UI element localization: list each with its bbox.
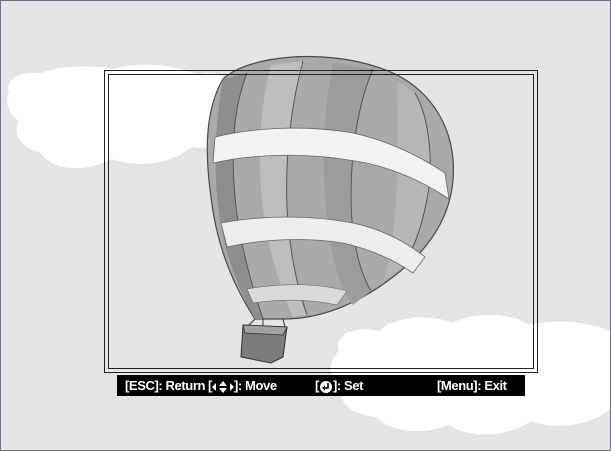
- exit-label: : Exit: [477, 378, 507, 393]
- return-hint[interactable]: [ESC]: Return: [125, 375, 205, 396]
- projector-screen: [ESC]: Return [ ]: Move [ ]: Set [Menu]:…: [0, 0, 611, 451]
- display-frame: [104, 70, 538, 373]
- move-hint[interactable]: [ ]: Move: [208, 375, 277, 396]
- set-hint[interactable]: [ ]: Set: [315, 375, 363, 396]
- four-way-arrow-icon: [211, 380, 234, 393]
- menu-key-label: [Menu]: [437, 378, 478, 393]
- esc-key-label: [ESC]: [125, 378, 159, 393]
- help-bar: [ESC]: Return [ ]: Move [ ]: Set [Menu]:…: [117, 375, 525, 396]
- move-label: : Move: [237, 378, 277, 393]
- exit-hint[interactable]: [Menu]: Exit: [437, 375, 507, 396]
- enter-key-icon: [319, 380, 332, 393]
- return-label: : Return: [158, 378, 206, 393]
- set-label: : Set: [336, 378, 364, 393]
- display-frame-inner: [108, 74, 534, 369]
